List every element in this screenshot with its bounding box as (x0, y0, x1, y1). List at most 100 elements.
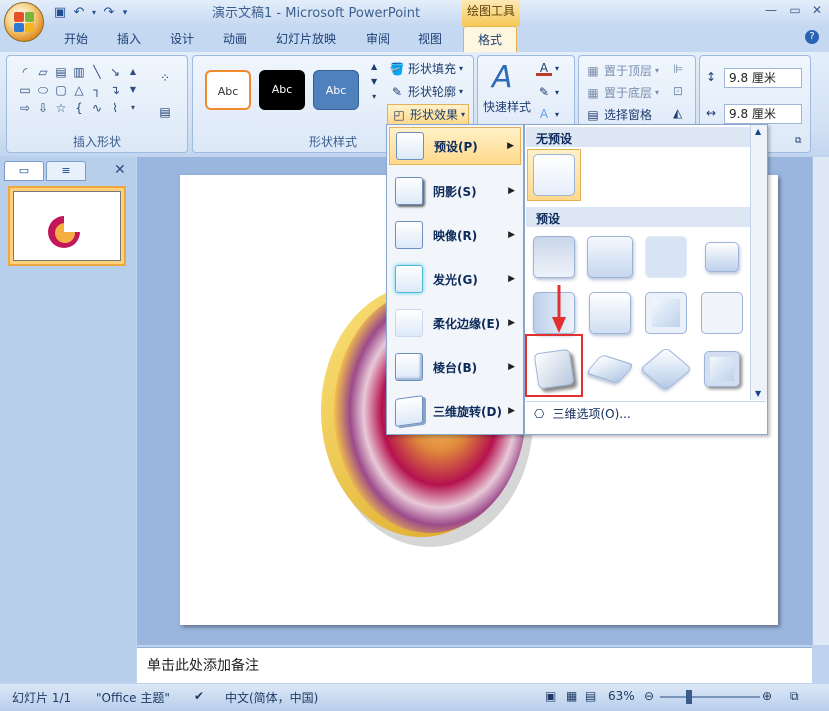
preset-3[interactable] (639, 231, 693, 283)
arrow-line-shape-icon[interactable]: ↘ (107, 64, 123, 80)
close-icon[interactable]: ✕ (806, 3, 828, 19)
gallery-more-icon[interactable]: ▾ (125, 100, 141, 116)
minimize-icon[interactable]: — (760, 3, 782, 19)
shape-outline-button[interactable]: ✎ 形状轮廓 ▾ (389, 83, 463, 100)
bring-to-front-button[interactable]: ▦ 置于顶层 ▾ (585, 62, 659, 79)
height-input[interactable]: 9.8 厘米 (724, 68, 802, 88)
spellcheck-icon[interactable]: ✔ (194, 689, 204, 703)
arc-shape-icon[interactable]: ◜ (17, 64, 33, 80)
quick-styles-button[interactable]: 快速样式 (483, 98, 531, 115)
menu-item-preset[interactable]: 预设(P) ▶ (389, 127, 521, 165)
menu-item-reflection[interactable]: 映像(R) ▶ (389, 216, 521, 254)
line-shape-icon[interactable]: ╲ (89, 64, 105, 80)
align-icon[interactable]: ⊫ (673, 62, 683, 76)
text-outline-icon[interactable]: ✎ ▾ (536, 84, 559, 100)
preset-none[interactable] (527, 149, 581, 201)
shape-effects-button[interactable]: ◰ 形状效果 ▾ (387, 104, 470, 125)
tab-slideshow[interactable]: 幻灯片放映 (276, 30, 336, 47)
textbox-button[interactable]: ▤ (157, 104, 173, 120)
undo-icon[interactable]: ↶ (71, 5, 87, 21)
style-sample-black[interactable]: Abc (259, 70, 305, 110)
tab-design[interactable]: 设计 (170, 30, 194, 47)
slideshow-view-icon[interactable]: ▤ (585, 689, 596, 703)
preset-8[interactable] (695, 287, 749, 339)
tab-animation[interactable]: 动画 (223, 30, 247, 47)
size-dialog-launcher-icon[interactable]: ⧉ (795, 136, 801, 146)
close-pane-icon[interactable]: ✕ (114, 162, 126, 178)
rect-shape-icon[interactable]: ▭ (17, 82, 33, 98)
tab-outline-icon[interactable]: ≡ (46, 161, 86, 181)
elbow-connector-shape-icon[interactable]: ┐ (89, 82, 105, 98)
preset-4[interactable] (695, 231, 749, 283)
scroll-up-icon[interactable]: ▲ (755, 127, 761, 136)
style-gallery-scroll[interactable]: ▲ ▼ ▾ (371, 62, 377, 101)
3d-options-item[interactable]: ⎔ 三维选项(O)... (526, 401, 766, 425)
text-effects-icon[interactable]: A ▾ (536, 106, 559, 122)
star-shape-icon[interactable]: ☆ (53, 100, 69, 116)
vtextbox-shape-icon[interactable]: ▥ (71, 64, 87, 80)
menu-item-shadow[interactable]: 阴影(S) ▶ (389, 172, 521, 210)
tab-home[interactable]: 开始 (64, 30, 88, 47)
preset-2[interactable] (583, 231, 637, 283)
preset-12[interactable] (695, 343, 749, 395)
quick-styles-icon[interactable]: A (492, 60, 513, 95)
tab-slides-icon[interactable]: ▭ (4, 161, 44, 181)
preset-1[interactable] (527, 231, 581, 283)
tab-insert[interactable]: 插入 (117, 30, 141, 47)
slide-thumbnail[interactable] (8, 186, 126, 266)
menu-item-3d-rotation[interactable]: 三维旋转(D) ▶ (389, 392, 521, 430)
tab-view[interactable]: 视图 (418, 30, 442, 47)
notes-pane[interactable]: 单击此处添加备注 (137, 647, 812, 683)
redo-icon[interactable]: ↷ (101, 5, 117, 21)
textbox-shape-icon[interactable]: ▤ (53, 64, 69, 80)
zoom-slider-thumb[interactable] (686, 690, 692, 704)
zoom-level[interactable]: 63% (608, 689, 635, 703)
fit-window-icon[interactable]: ⧉ (790, 689, 799, 704)
selection-pane-button[interactable]: ▤ 选择窗格 (585, 106, 652, 123)
undo-dropdown-icon[interactable]: ▾ (90, 5, 98, 21)
rotate-icon[interactable]: ◭ (673, 106, 682, 120)
vertical-scrollbar[interactable] (812, 157, 829, 645)
save-icon[interactable]: ▣ (52, 5, 68, 21)
tab-review[interactable]: 审阅 (366, 30, 390, 47)
gallery-scroll-up-icon[interactable]: ▲ (125, 64, 141, 80)
customize-qat-icon[interactable]: ▾ (120, 5, 130, 21)
rounded-rect-shape-icon[interactable]: ▢ (53, 82, 69, 98)
sorter-view-icon[interactable]: ▦ (566, 689, 577, 703)
gallery-scrollbar[interactable]: ▲ ▼ (750, 125, 767, 400)
elbow-arrow-shape-icon[interactable]: ↴ (107, 82, 123, 98)
preset-10[interactable] (583, 343, 637, 395)
width-input[interactable]: 9.8 厘米 (724, 104, 802, 124)
tab-format[interactable]: 格式 (463, 26, 518, 52)
send-to-back-button[interactable]: ▦ 置于底层 ▾ (585, 84, 659, 101)
help-icon[interactable]: ? (805, 30, 819, 44)
right-arrow-shape-icon[interactable]: ⇨ (17, 100, 33, 116)
brace-shape-icon[interactable]: { (71, 100, 87, 116)
preset-6[interactable] (583, 287, 637, 339)
triangle-shape-icon[interactable]: △ (71, 82, 87, 98)
preset-7[interactable] (639, 287, 693, 339)
parallelogram-shape-icon[interactable]: ▱ (35, 64, 51, 80)
scroll-down-icon[interactable]: ▼ (755, 389, 761, 398)
menu-item-glow[interactable]: 发光(G) ▶ (389, 260, 521, 298)
preset-11[interactable] (639, 343, 693, 395)
zoom-slider[interactable] (660, 696, 760, 698)
curve-shape-icon[interactable]: ∿ (89, 100, 105, 116)
maximize-icon[interactable]: ▭ (784, 3, 806, 19)
menu-item-bevel[interactable]: 棱台(B) ▶ (389, 348, 521, 386)
text-fill-icon[interactable]: A ▾ (536, 60, 559, 76)
style-sample-blue[interactable]: Abc (313, 70, 359, 110)
menu-item-soft-edges[interactable]: 柔化边缘(E) ▶ (389, 304, 521, 342)
zoom-in-icon[interactable]: ⊕ (762, 689, 772, 703)
oval-shape-icon[interactable]: ⬭ (35, 82, 51, 98)
normal-view-icon[interactable]: ▣ (545, 689, 556, 703)
office-button[interactable] (4, 2, 44, 42)
freeform-shape-icon[interactable]: ⌇ (107, 100, 123, 116)
style-sample-orange-outline[interactable]: Abc (205, 70, 251, 110)
group-icon[interactable]: ⊡ (673, 84, 683, 98)
edit-shape-button[interactable]: ⁘ (157, 70, 173, 86)
zoom-out-icon[interactable]: ⊖ (644, 689, 654, 703)
gallery-scroll-down-icon[interactable]: ▼ (125, 82, 141, 98)
down-arrow-shape-icon[interactable]: ⇩ (35, 100, 51, 116)
shape-fill-button[interactable]: 🪣 形状填充 ▾ (389, 60, 464, 77)
